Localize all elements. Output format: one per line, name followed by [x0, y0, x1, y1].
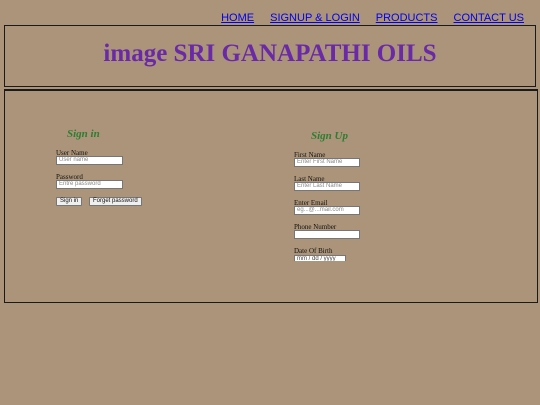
email-input[interactable]: eg...@...mail.com: [294, 206, 360, 215]
signup-title: Sign Up: [311, 130, 348, 142]
site-title: image SRI GANAPATHI OILS: [103, 40, 437, 67]
top-nav: HOME SIGNUP & LOGIN PRODUCTS CONTACT US: [221, 12, 524, 24]
last-name-input[interactable]: Enter Last Name: [294, 182, 360, 191]
nav-contact-link[interactable]: CONTACT US: [454, 12, 525, 24]
forgot-password-button[interactable]: Forget password: [89, 197, 142, 206]
username-input[interactable]: User name: [56, 156, 123, 165]
first-name-input[interactable]: Enter First Name: [294, 158, 360, 167]
signin-button[interactable]: Sign in: [56, 197, 83, 206]
dob-input[interactable]: mm / dd / yyyy: [294, 255, 346, 261]
password-input[interactable]: Entre password: [56, 180, 123, 189]
signin-title: Sign in: [67, 128, 100, 140]
dob-label: Date Of Birth: [294, 247, 333, 255]
nav-home-link[interactable]: HOME: [221, 12, 254, 24]
nav-products-link[interactable]: PRODUCTS: [376, 12, 438, 24]
nav-signup-login-link[interactable]: SIGNUP & LOGIN: [270, 12, 360, 24]
phone-input[interactable]: [294, 230, 360, 239]
header-banner: image SRI GANAPATHI OILS: [4, 25, 536, 87]
main-panel: Sign in User Name User name Password Ent…: [4, 91, 538, 303]
